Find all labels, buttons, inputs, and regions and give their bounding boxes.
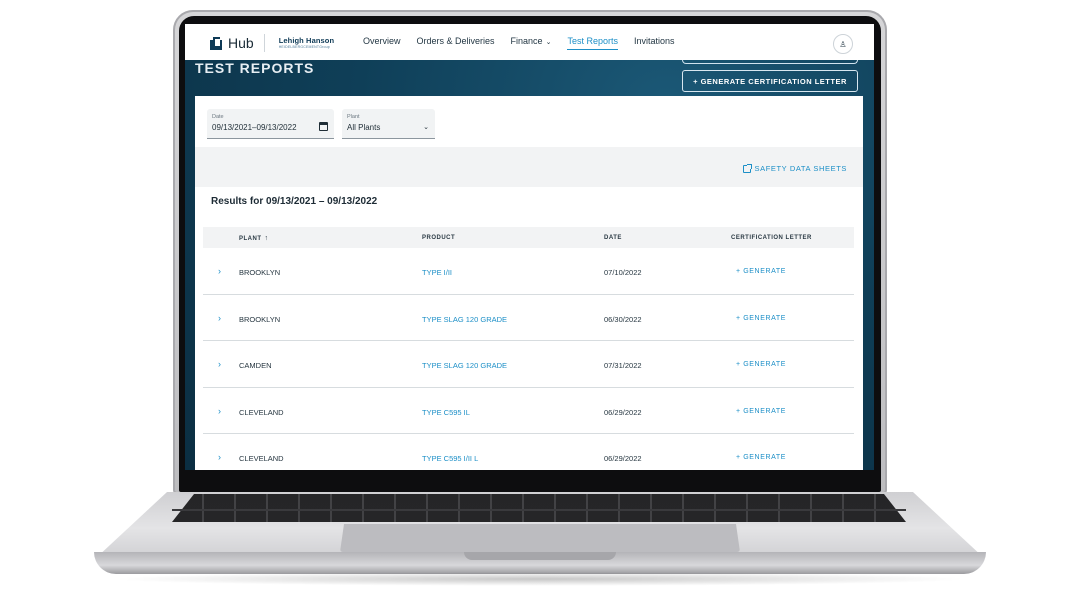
cell-plant: BROOKLYN: [239, 314, 281, 324]
hub-logo-icon: [210, 36, 222, 50]
column-header-plant[interactable]: PLANT ↑: [239, 235, 269, 242]
cell-product-link[interactable]: TYPE SLAG 120 GRADE: [422, 315, 507, 324]
nav-finance-label: Finance: [510, 36, 543, 46]
cell-date: 07/10/2022: [604, 268, 642, 277]
table-row: › CLEVELAND TYPE C595 IL 06/29/2022 + GE…: [203, 388, 854, 434]
hub-logo[interactable]: Hub Lehigh Hanson HEIDELBERGCEMENTGroup: [210, 34, 334, 52]
chevron-down-icon: ⌄: [545, 39, 552, 46]
laptop-base-notch: [464, 552, 616, 560]
generate-letter-button[interactable]: + GENERATE: [736, 268, 786, 275]
table-row: › BROOKLYN TYPE SLAG 120 GRADE 06/30/202…: [203, 295, 854, 341]
cell-product-link[interactable]: TYPE C595 IL: [422, 408, 470, 417]
chevron-down-icon: ⌄: [423, 124, 429, 131]
sort-ascending-icon: ↑: [264, 235, 269, 242]
generate-letter-button[interactable]: + GENERATE: [736, 361, 786, 368]
table-row: › CAMDEN TYPE SLAG 120 GRADE 07/31/2022 …: [203, 341, 854, 388]
brand-subtitle: HEIDELBERGCEMENTGroup: [278, 44, 330, 49]
nav-finance[interactable]: Finance ⌄: [511, 36, 552, 46]
column-header-product[interactable]: PRODUCT: [422, 235, 455, 241]
expand-row-chevron-icon[interactable]: ›: [218, 359, 221, 369]
table-row: › BROOKLYN TYPE I/II 07/10/2022 + GENERA…: [203, 248, 854, 295]
date-field-value: 09/13/2021–09/13/2022: [212, 123, 297, 132]
laptop-trackpad: [340, 524, 740, 552]
expand-row-chevron-icon[interactable]: ›: [218, 313, 221, 323]
user-menu-button[interactable]: ♙: [833, 34, 853, 54]
cell-plant: CLEVELAND: [239, 454, 284, 463]
results-table-body: › BROOKLYN TYPE I/II 07/10/2022 + GENERA…: [203, 248, 854, 470]
cell-product-link[interactable]: TYPE SLAG 120 GRADE: [422, 361, 507, 370]
generate-letter-button[interactable]: + GENERATE: [736, 454, 786, 461]
expand-row-chevron-icon[interactable]: ›: [218, 266, 221, 276]
laptop-screen: Hub Lehigh Hanson HEIDELBERGCEMENTGroup …: [185, 24, 874, 470]
brand-name: Lehigh Hanson: [278, 36, 335, 45]
column-header-date[interactable]: DATE: [604, 235, 622, 241]
page-title: TEST REPORTS: [195, 60, 315, 76]
brand-logo: Lehigh Hanson HEIDELBERGCEMENTGroup: [279, 37, 334, 49]
external-link-icon: [742, 163, 752, 173]
expand-row-chevron-icon[interactable]: ›: [218, 452, 221, 462]
nav-test-reports[interactable]: Test Reports: [567, 36, 618, 50]
nav-invitations[interactable]: Invitations: [634, 36, 675, 46]
header-action-button-partial[interactable]: [682, 60, 858, 64]
cell-date: 07/31/2022: [604, 361, 642, 370]
safety-data-sheets-link[interactable]: SAFETY DATA SHEETS: [742, 163, 848, 173]
results-card: Date 09/13/2021–09/13/2022 Plant All Pla…: [195, 96, 863, 470]
user-icon: ♙: [839, 39, 847, 49]
plant-select[interactable]: Plant All Plants ⌄: [342, 109, 435, 139]
cell-plant: CLEVELAND: [239, 407, 284, 417]
generate-letter-button[interactable]: + GENERATE: [736, 315, 786, 322]
column-header-plant-label: PLANT: [239, 236, 262, 242]
nav-orders-deliveries[interactable]: Orders & Deliveries: [417, 36, 495, 46]
cell-product-link[interactable]: TYPE I/II: [422, 268, 452, 277]
cell-product-link[interactable]: TYPE C595 I/II L: [422, 454, 478, 463]
generate-letter-button[interactable]: + GENERATE: [736, 408, 786, 415]
results-title: Results for 09/13/2021 – 09/13/2022: [211, 196, 378, 207]
date-range-field[interactable]: Date 09/13/2021–09/13/2022: [207, 109, 334, 139]
generate-certification-letter-button[interactable]: + GENERATE CERTIFICATION LETTER: [682, 70, 858, 92]
laptop-keyboard: [172, 494, 906, 522]
plant-field-label: Plant: [347, 114, 360, 120]
cell-plant: BROOKLYN: [239, 268, 281, 277]
column-header-certification-letter: CERTIFICATION LETTER: [731, 235, 812, 241]
table-header: PLANT ↑ PRODUCT DATE CERTIFICATION LETTER: [203, 227, 854, 248]
logo-divider: [263, 34, 265, 52]
expand-row-chevron-icon[interactable]: ›: [218, 406, 221, 416]
plant-field-value: All Plants: [347, 123, 381, 132]
laptop-shadow: [110, 572, 970, 586]
filter-bar: Date 09/13/2021–09/13/2022 Plant All Pla…: [207, 109, 435, 139]
calendar-icon[interactable]: [319, 122, 328, 131]
cell-date: 06/30/2022: [604, 314, 642, 324]
keyboard-row-divider: [172, 509, 906, 511]
table-row: › CLEVELAND TYPE C595 I/II L 06/29/2022 …: [203, 434, 854, 470]
hub-logo-text: Hub: [228, 35, 254, 51]
actions-band: SAFETY DATA SHEETS: [195, 147, 863, 187]
cell-date: 06/29/2022: [604, 407, 642, 417]
main-nav: Overview Orders & Deliveries Finance ⌄ Te…: [363, 36, 691, 50]
date-field-label: Date: [212, 114, 224, 120]
cell-date: 06/29/2022: [604, 454, 642, 463]
top-navigation: Hub Lehigh Hanson HEIDELBERGCEMENTGroup …: [185, 24, 874, 60]
safety-data-sheets-label: SAFETY DATA SHEETS: [754, 164, 847, 173]
nav-overview[interactable]: Overview: [363, 36, 401, 46]
cell-plant: CAMDEN: [239, 361, 272, 370]
